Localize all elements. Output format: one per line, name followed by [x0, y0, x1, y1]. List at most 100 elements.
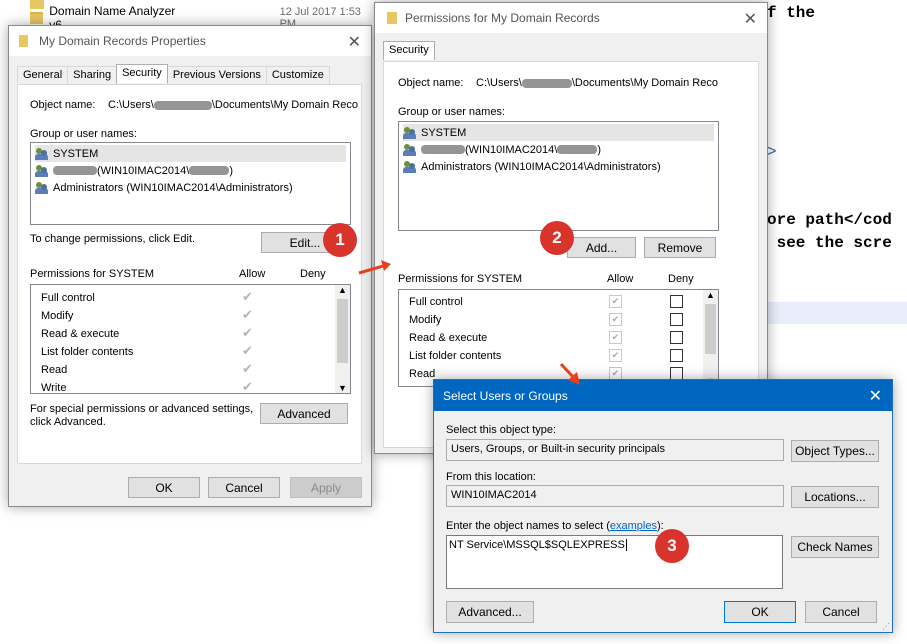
deny-checkbox[interactable] — [670, 331, 683, 344]
allow-checkbox[interactable]: ✔ — [609, 295, 622, 308]
permission-row: Write — [41, 382, 67, 394]
properties-titlebar[interactable]: My Domain Records Properties ✕ — [9, 26, 371, 56]
user-icon — [403, 143, 417, 156]
tab-customize[interactable]: Customize — [265, 66, 330, 85]
resize-grip-icon[interactable]: ⋰ — [882, 622, 890, 631]
list-item[interactable]: (WIN10IMAC2014\ ) — [403, 141, 601, 158]
allow-checkbox[interactable]: ✔ — [609, 349, 622, 362]
group-label: Group or user names: — [398, 106, 505, 118]
properties-dialog: My Domain Records Properties ✕ General S… — [8, 25, 372, 507]
code-line: see the scre — [767, 234, 892, 252]
check-icon: ✔ — [242, 343, 253, 358]
folder-icon — [30, 12, 44, 24]
group-label: Group or user names: — [30, 128, 137, 140]
permissions-label: Permissions for SYSTEM — [398, 273, 523, 285]
allow-header: Allow — [239, 268, 266, 280]
redacted-username — [557, 145, 598, 154]
scrollbar[interactable]: ▲ ▼ — [335, 285, 350, 393]
list-item[interactable]: Administrators (WIN10IMAC2014\Administra… — [403, 158, 661, 175]
object-type-label: Select this object type: — [446, 424, 557, 436]
deny-header: Deny — [300, 268, 326, 280]
arrow-icon — [559, 362, 580, 385]
group-icon — [403, 160, 417, 173]
security-panel: Object name: C:\Users\ \Documents\My Doma… — [17, 84, 362, 464]
folder-icon — [19, 35, 28, 47]
group-icon — [35, 147, 49, 160]
ok-button[interactable]: OK — [128, 477, 200, 498]
select-users-dialog: Select Users or Groups ✕ Select this obj… — [433, 379, 893, 633]
redacted-username — [153, 100, 212, 110]
redacted-username — [189, 166, 230, 175]
arrow-icon — [358, 260, 391, 275]
group-icon — [403, 126, 417, 139]
enter-names-label: Enter the object names to select (exampl… — [446, 520, 664, 532]
advanced-button[interactable]: Advanced... — [446, 601, 534, 623]
advanced-button[interactable]: Advanced — [260, 403, 348, 424]
tab-general[interactable]: General — [17, 66, 69, 85]
redacted-username — [53, 166, 97, 175]
folder-icon — [30, 0, 44, 9]
select-users-titlebar[interactable]: Select Users or Groups ✕ — [434, 380, 892, 411]
check-icon: ✔ — [242, 307, 253, 322]
step-badge-2: 2 — [540, 221, 574, 255]
code-line: f the — [767, 4, 816, 22]
object-types-button[interactable]: Object Types... — [791, 440, 879, 462]
redacted-username — [521, 78, 572, 88]
dialog-title: Select Users or Groups — [443, 388, 568, 403]
scrollbar-thumb[interactable] — [337, 299, 348, 363]
permission-row: Read & execute — [41, 328, 120, 340]
chevron-up-icon[interactable]: ▲ — [706, 290, 715, 300]
permission-row: Full control — [41, 292, 95, 304]
dialog-title: My Domain Records Properties — [39, 34, 206, 48]
object-name-value: C:\Users\ \Documents\My Domain Reco — [476, 77, 718, 89]
examples-link[interactable]: examples — [610, 520, 657, 532]
apply-button[interactable]: Apply — [290, 477, 362, 498]
permission-row: List folder contents — [41, 346, 134, 358]
step-badge-1: 1 — [323, 223, 357, 257]
allow-checkbox[interactable]: ✔ — [609, 331, 622, 344]
deny-checkbox[interactable] — [670, 313, 683, 326]
object-type-field: Users, Groups, or Built-in security prin… — [446, 439, 784, 461]
list-item[interactable]: Administrators (WIN10IMAC2014\Administra… — [35, 179, 293, 196]
user-list: SYSTEM (WIN10IMAC2014\ ) Administrators … — [398, 121, 719, 231]
scrollbar[interactable]: ▲ ▼ — [703, 290, 718, 386]
chevron-up-icon[interactable]: ▲ — [338, 285, 347, 295]
tab-security[interactable]: Security — [383, 41, 435, 60]
object-name-label: Object name: — [30, 99, 96, 111]
list-item[interactable]: SYSTEM — [403, 124, 714, 141]
tab-security[interactable]: Security — [116, 64, 168, 83]
change-permissions-text: To change permissions, click Edit. — [30, 233, 196, 245]
scrollbar-thumb[interactable] — [705, 304, 716, 354]
deny-checkbox[interactable] — [670, 295, 683, 308]
user-icon — [35, 164, 49, 177]
permissions-titlebar[interactable]: Permissions for My Domain Records ✕ — [375, 3, 767, 33]
location-label: From this location: — [446, 471, 536, 483]
object-name-value: C:\Users\ \Documents\My Domain Reco — [108, 99, 358, 111]
cancel-button[interactable]: Cancel — [208, 477, 280, 498]
deny-checkbox[interactable] — [670, 349, 683, 362]
check-names-button[interactable]: Check Names — [791, 536, 879, 558]
close-icon[interactable]: ✕ — [744, 9, 757, 29]
code-line: ore path</cod — [767, 211, 892, 229]
allow-checkbox[interactable]: ✔ — [609, 313, 622, 326]
folder-icon — [387, 12, 397, 24]
tab-previous-versions[interactable]: Previous Versions — [166, 66, 267, 85]
permission-row: Modify — [41, 310, 74, 322]
deny-header: Deny — [668, 273, 694, 285]
add-button[interactable]: Add... — [567, 237, 636, 258]
cancel-button[interactable]: Cancel — [805, 601, 877, 623]
chevron-down-icon[interactable]: ▼ — [338, 383, 347, 393]
permissions-list: Full control Modify Read & execute List … — [30, 284, 351, 394]
redacted-username — [421, 145, 465, 154]
object-names-input[interactable]: NT Service\MSSQL$SQLEXPRESS — [446, 535, 783, 589]
tab-sharing[interactable]: Sharing — [67, 66, 118, 85]
locations-button[interactable]: Locations... — [791, 486, 879, 508]
ok-button[interactable]: OK — [724, 601, 796, 623]
remove-button[interactable]: Remove — [644, 237, 716, 258]
list-item[interactable]: (WIN10IMAC2014\ ) — [35, 162, 233, 179]
close-icon[interactable]: ✕ — [869, 386, 882, 406]
list-item[interactable]: SYSTEM — [35, 145, 346, 162]
check-icon: ✔ — [242, 289, 253, 304]
tab-bar: Security — [383, 41, 435, 62]
close-icon[interactable]: ✕ — [348, 32, 361, 52]
